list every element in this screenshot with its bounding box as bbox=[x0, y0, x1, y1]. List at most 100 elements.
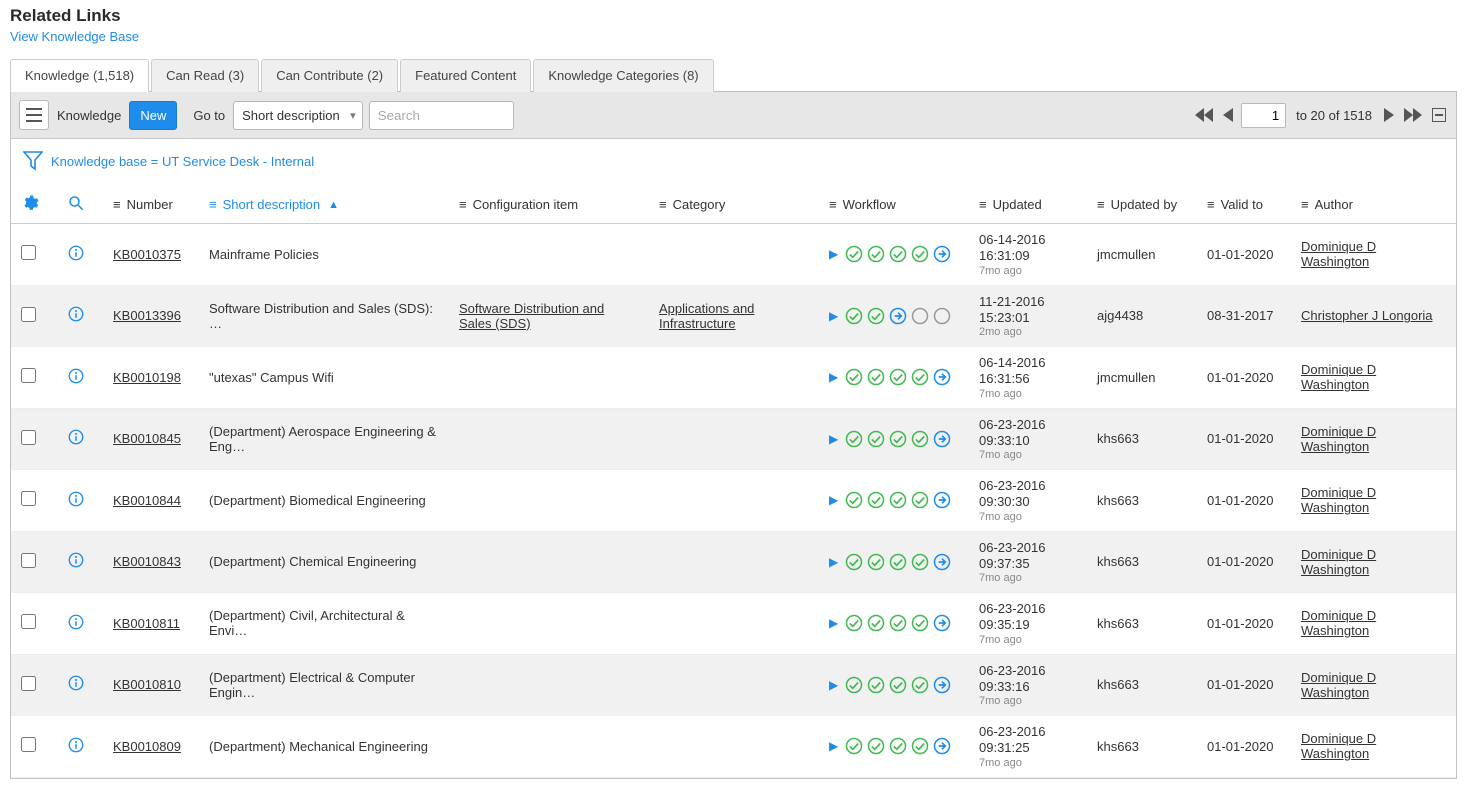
col-category[interactable]: ≡Category bbox=[649, 186, 819, 224]
updated-time: 09:37:35 bbox=[979, 556, 1077, 572]
info-icon bbox=[67, 613, 85, 631]
author-link[interactable]: Dominique D Washington bbox=[1301, 362, 1376, 392]
kb-number-link[interactable]: KB0010811 bbox=[113, 616, 180, 631]
col-updated[interactable]: ≡Updated bbox=[969, 186, 1087, 224]
collapse-button[interactable] bbox=[1430, 106, 1448, 124]
workflow-expand[interactable]: ▶ bbox=[829, 493, 838, 507]
updated-time: 09:33:16 bbox=[979, 679, 1077, 695]
row-info-button[interactable] bbox=[67, 373, 85, 388]
col-number[interactable]: ≡Number bbox=[103, 186, 199, 224]
row-info-button[interactable] bbox=[67, 619, 85, 634]
filter-icon[interactable] bbox=[23, 149, 43, 174]
tab-0[interactable]: Knowledge (1,518) bbox=[10, 59, 149, 92]
workflow-complete-icon bbox=[866, 613, 886, 633]
search-header[interactable] bbox=[57, 186, 103, 224]
workflow-expand[interactable]: ▶ bbox=[829, 555, 838, 569]
goto-select[interactable]: Short description bbox=[233, 101, 363, 130]
last-page-button[interactable] bbox=[1402, 106, 1424, 124]
search-input[interactable] bbox=[369, 101, 514, 130]
col-valid-to[interactable]: ≡Valid to bbox=[1197, 186, 1291, 224]
col-short-desc[interactable]: ≡Short description▲ bbox=[199, 186, 449, 224]
row-checkbox[interactable] bbox=[21, 614, 36, 629]
gear-header[interactable] bbox=[11, 186, 57, 224]
kb-number-link[interactable]: KB0010844 bbox=[113, 493, 181, 508]
next-page-button[interactable] bbox=[1382, 106, 1396, 124]
list-menu-button[interactable] bbox=[19, 100, 49, 130]
workflow-expand[interactable]: ▶ bbox=[829, 678, 838, 692]
col-menu-icon: ≡ bbox=[829, 197, 837, 212]
col-config-item[interactable]: ≡Configuration item bbox=[449, 186, 649, 224]
kb-number-link[interactable]: KB0010843 bbox=[113, 554, 181, 569]
col-workflow[interactable]: ≡Workflow bbox=[819, 186, 969, 224]
col-menu-icon: ≡ bbox=[459, 197, 467, 212]
kb-number-link[interactable]: KB0010845 bbox=[113, 431, 181, 446]
row-info-button[interactable] bbox=[67, 311, 85, 326]
tab-2[interactable]: Can Contribute (2) bbox=[261, 59, 398, 92]
short-desc-cell: (Department) Chemical Engineering bbox=[199, 531, 449, 593]
filter-breadcrumb[interactable]: Knowledge base = UT Service Desk - Inter… bbox=[51, 154, 314, 169]
valid-to-cell: 08-31-2017 bbox=[1197, 285, 1291, 347]
author-link[interactable]: Dominique D Washington bbox=[1301, 731, 1376, 761]
row-checkbox[interactable] bbox=[21, 737, 36, 752]
info-icon bbox=[67, 428, 85, 446]
row-checkbox[interactable] bbox=[21, 553, 36, 568]
workflow-complete-icon bbox=[888, 613, 908, 633]
row-info-button[interactable] bbox=[67, 557, 85, 572]
kb-number-link[interactable]: KB0010198 bbox=[113, 370, 181, 385]
view-knowledge-base-link[interactable]: View Knowledge Base bbox=[10, 29, 139, 44]
col-updated-by[interactable]: ≡Updated by bbox=[1087, 186, 1197, 224]
workflow-expand[interactable]: ▶ bbox=[829, 309, 838, 323]
workflow-expand[interactable]: ▶ bbox=[829, 370, 838, 384]
row-info-button[interactable] bbox=[67, 496, 85, 511]
row-checkbox[interactable] bbox=[21, 368, 36, 383]
info-icon bbox=[67, 736, 85, 754]
row-info-button[interactable] bbox=[67, 250, 85, 265]
workflow-expand[interactable]: ▶ bbox=[829, 432, 838, 446]
author-link[interactable]: Dominique D Washington bbox=[1301, 670, 1376, 700]
kb-number-link[interactable]: KB0013396 bbox=[113, 308, 181, 323]
prev-page-button[interactable] bbox=[1221, 106, 1235, 124]
row-checkbox[interactable] bbox=[21, 307, 36, 322]
page-range: to 20 of 1518 bbox=[1296, 108, 1372, 123]
workflow-expand[interactable]: ▶ bbox=[829, 739, 838, 753]
author-link[interactable]: Dominique D Washington bbox=[1301, 547, 1376, 577]
kb-number-link[interactable]: KB0010809 bbox=[113, 739, 181, 754]
row-checkbox[interactable] bbox=[21, 676, 36, 691]
author-link[interactable]: Christopher J Longoria bbox=[1301, 308, 1433, 323]
workflow-complete-icon bbox=[844, 306, 864, 326]
kb-number-link[interactable]: KB0010375 bbox=[113, 247, 181, 262]
pager: to 20 of 1518 bbox=[1193, 103, 1448, 128]
col-author[interactable]: ≡Author bbox=[1291, 186, 1456, 224]
updated-by-cell: khs663 bbox=[1087, 408, 1197, 470]
first-page-button[interactable] bbox=[1193, 106, 1215, 124]
config-item-link[interactable]: Software Distribution and Sales (SDS) bbox=[459, 301, 604, 331]
new-button[interactable]: New bbox=[129, 101, 177, 130]
author-link[interactable]: Dominique D Washington bbox=[1301, 608, 1376, 638]
row-checkbox[interactable] bbox=[21, 245, 36, 260]
knowledge-table: ≡Number ≡Short description▲ ≡Configurati… bbox=[11, 186, 1456, 778]
row-checkbox[interactable] bbox=[21, 491, 36, 506]
row-info-button[interactable] bbox=[67, 742, 85, 757]
row-info-button[interactable] bbox=[67, 680, 85, 695]
workflow-expand[interactable]: ▶ bbox=[829, 247, 838, 261]
goto-label: Go to bbox=[193, 108, 225, 123]
workflow-next-icon bbox=[932, 552, 952, 572]
row-info-button[interactable] bbox=[67, 434, 85, 449]
author-link[interactable]: Dominique D Washington bbox=[1301, 424, 1376, 454]
valid-to-cell: 01-01-2020 bbox=[1197, 716, 1291, 778]
info-icon bbox=[67, 551, 85, 569]
tab-4[interactable]: Knowledge Categories (8) bbox=[533, 59, 713, 92]
author-link[interactable]: Dominique D Washington bbox=[1301, 239, 1376, 269]
category-link[interactable]: Applications and Infrastructure bbox=[659, 301, 754, 331]
kb-number-link[interactable]: KB0010810 bbox=[113, 677, 181, 692]
workflow-complete-icon bbox=[888, 675, 908, 695]
page-input[interactable] bbox=[1241, 103, 1286, 128]
tab-1[interactable]: Can Read (3) bbox=[151, 59, 259, 92]
tab-3[interactable]: Featured Content bbox=[400, 59, 531, 92]
workflow-expand[interactable]: ▶ bbox=[829, 616, 838, 630]
author-link[interactable]: Dominique D Washington bbox=[1301, 485, 1376, 515]
updated-time: 15:23:01 bbox=[979, 310, 1077, 326]
updated-by-cell: khs663 bbox=[1087, 531, 1197, 593]
tabs-bar: Knowledge (1,518)Can Read (3)Can Contrib… bbox=[10, 58, 1457, 92]
row-checkbox[interactable] bbox=[21, 430, 36, 445]
